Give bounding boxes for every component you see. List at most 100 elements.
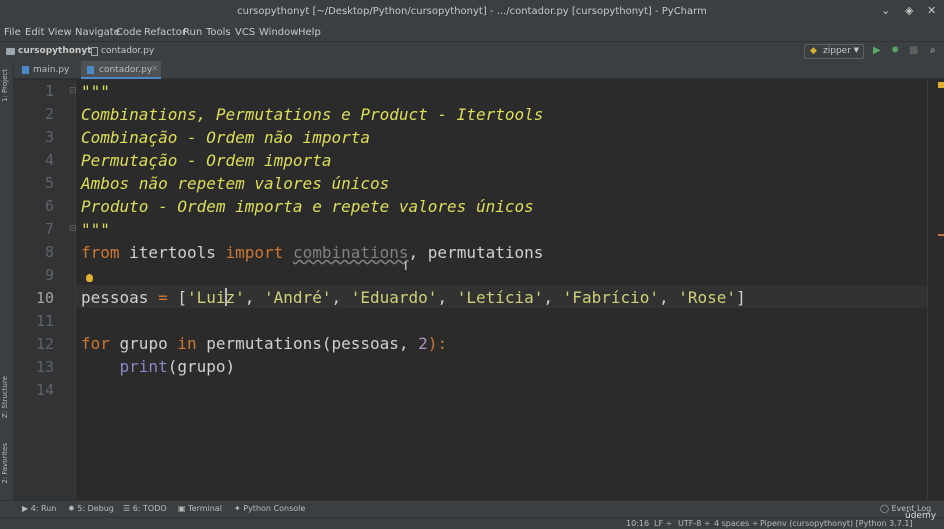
fold-icon[interactable]: ⊟ bbox=[69, 224, 77, 234]
run-icon[interactable]: ▶ bbox=[873, 45, 881, 56]
status-bar: 10:16 LF ÷ UTF-8 ÷ 4 spaces ÷ Pipenv (cu… bbox=[0, 517, 944, 529]
keyword: from bbox=[81, 243, 120, 262]
favorites-tool-tab[interactable]: 2: Favorites bbox=[1, 443, 9, 484]
line-number-gutter: 1 2 3 4 5 6 7 8 9 10 11 12 13 14 ⊟ ⊟ bbox=[14, 80, 77, 500]
menu-refactor[interactable]: Refactor bbox=[144, 27, 186, 38]
todo-tool-button[interactable]: ☰ 6: TODO bbox=[123, 504, 167, 513]
close-icon[interactable]: × bbox=[151, 64, 159, 74]
menu-view[interactable]: View bbox=[48, 27, 72, 38]
indent-setting[interactable]: 4 spaces ÷ bbox=[714, 519, 759, 528]
close-icon[interactable]: ✕ bbox=[927, 4, 936, 17]
line-number: 8 bbox=[44, 243, 54, 261]
structure-tool-tab[interactable]: Z: Structure bbox=[1, 376, 9, 418]
menu-help[interactable]: Help bbox=[298, 27, 321, 38]
menu-run[interactable]: Run bbox=[183, 27, 202, 38]
line-number: 14 bbox=[35, 381, 54, 399]
terminal-tool-button[interactable]: ▣ Terminal bbox=[178, 504, 222, 513]
identifier: pessoas bbox=[81, 288, 159, 307]
title-bar: cursopythonyt [~/Desktop/Python/cursopyt… bbox=[0, 0, 944, 24]
tool-window-bar: ▶ 4: Run ✹ 5: Debug ☰ 6: TODO ▣ Terminal… bbox=[0, 500, 944, 517]
string-literal: 'Lui bbox=[186, 288, 226, 307]
string-literal: 'Rose' bbox=[678, 288, 737, 307]
code-line-12[interactable]: for grupo in permutations(pessoas, 2): bbox=[81, 333, 447, 355]
code-line-8[interactable]: from itertools import combinations, perm… bbox=[81, 242, 543, 264]
comma: , bbox=[437, 288, 457, 307]
run-tool-button[interactable]: ▶ 4: Run bbox=[22, 504, 56, 513]
keyword: import bbox=[225, 243, 284, 262]
line-number: 6 bbox=[44, 197, 54, 215]
file-encoding[interactable]: UTF-8 ÷ bbox=[678, 519, 711, 528]
udemy-watermark: ûdemy bbox=[905, 511, 937, 521]
menu-bar: File Edit View Navigate Code Refactor Ru… bbox=[0, 24, 944, 41]
navigation-bar: cursopythonyt contador.py ◆ zipper ▼ ▶ ✹… bbox=[0, 41, 944, 61]
menu-vcs[interactable]: VCS bbox=[235, 27, 255, 38]
terminal-icon: ▣ bbox=[178, 504, 189, 513]
code-line-3[interactable]: Combinação - Ordem não importa bbox=[81, 127, 370, 149]
warning-marker-icon[interactable] bbox=[938, 82, 944, 88]
code-line-7[interactable]: """ bbox=[81, 219, 110, 241]
code-line-13[interactable]: print(grupo) bbox=[81, 356, 236, 378]
tab-contador-py[interactable]: contador.py × bbox=[81, 61, 161, 79]
bracket: [ bbox=[177, 288, 187, 307]
project-tool-tab[interactable]: 1: Project bbox=[1, 69, 9, 102]
string-literal: 'Letícia' bbox=[456, 288, 544, 307]
line-number: 5 bbox=[44, 174, 54, 192]
menu-edit[interactable]: Edit bbox=[25, 27, 44, 38]
bracket: ] bbox=[736, 288, 746, 307]
breadcrumb-project[interactable]: cursopythonyt bbox=[18, 46, 92, 56]
comma: , bbox=[543, 288, 563, 307]
menu-file[interactable]: File bbox=[4, 27, 21, 38]
line-number: 12 bbox=[35, 335, 54, 353]
punctuation: ): bbox=[427, 334, 448, 353]
tab-main-py[interactable]: main.py bbox=[16, 61, 80, 79]
identifier: permutations(pessoas, bbox=[196, 334, 419, 353]
restore-icon[interactable]: ◈ bbox=[905, 4, 913, 17]
python-file-icon bbox=[22, 66, 29, 74]
string-literal: 'Fabrício' bbox=[562, 288, 659, 307]
file-icon bbox=[91, 47, 98, 56]
menu-navigate[interactable]: Navigate bbox=[75, 27, 120, 38]
code-line-5[interactable]: Ambos não repetem valores únicos bbox=[81, 173, 389, 195]
identifier: , permutations bbox=[408, 243, 544, 262]
caret-position[interactable]: 10:16 bbox=[626, 519, 649, 528]
code-line-10[interactable]: pessoas = ['Luiz', 'André', 'Eduardo', '… bbox=[81, 287, 746, 309]
stop-icon[interactable]: ■ bbox=[909, 45, 918, 56]
keyword: in bbox=[177, 334, 197, 353]
line-number: 1 bbox=[44, 82, 54, 100]
code-line-1[interactable]: """ bbox=[81, 81, 110, 103]
debug-icon[interactable]: ✹ bbox=[891, 45, 899, 56]
unused-import: combinations bbox=[292, 243, 409, 262]
line-number: 2 bbox=[44, 105, 54, 123]
event-log-icon: ◯ bbox=[880, 504, 892, 513]
run-icon: ▶ bbox=[22, 504, 31, 513]
folder-icon bbox=[6, 48, 15, 55]
line-number: 7 bbox=[44, 220, 54, 238]
tab-label: main.py bbox=[33, 65, 70, 75]
menu-code[interactable]: Code bbox=[116, 27, 142, 38]
python-console-tool-button[interactable]: ✦ Python Console bbox=[234, 504, 305, 513]
menu-tools[interactable]: Tools bbox=[206, 27, 231, 38]
python-config-icon: ◆ bbox=[810, 46, 817, 56]
builtin-function: print bbox=[119, 357, 168, 376]
menu-window[interactable]: Window bbox=[259, 27, 298, 38]
debug-tool-button[interactable]: ✹ 5: Debug bbox=[68, 504, 114, 513]
python-interpreter[interactable]: Pipenv (cursopythonyt) [Python 3.7.1] bbox=[760, 519, 913, 528]
line-number-current: 10 bbox=[35, 289, 54, 307]
code-line-4[interactable]: Permutação - Ordem importa bbox=[81, 150, 331, 172]
identifier: (grupo) bbox=[167, 357, 236, 376]
editor-scrollbar[interactable] bbox=[927, 80, 944, 500]
identifier: itertools bbox=[119, 243, 226, 262]
line-separator[interactable]: LF ÷ bbox=[654, 519, 672, 528]
chevron-down-icon: ▼ bbox=[853, 46, 859, 54]
search-icon[interactable]: ⌕ bbox=[930, 45, 936, 56]
fold-icon[interactable]: ⊟ bbox=[69, 86, 77, 96]
error-stripe-marker[interactable] bbox=[938, 234, 944, 236]
code-line-2[interactable]: Combinations, Permutations e Product - I… bbox=[81, 104, 543, 126]
comma: , bbox=[331, 288, 351, 307]
code-line-6[interactable]: Produto - Ordem importa e repete valores… bbox=[81, 196, 534, 218]
lightbulb-icon[interactable] bbox=[86, 274, 93, 282]
string-literal: 'Eduardo' bbox=[350, 288, 438, 307]
run-config-selector[interactable]: ◆ zipper ▼ bbox=[804, 44, 864, 59]
breadcrumb-file[interactable]: contador.py bbox=[101, 46, 154, 56]
chevron-down-icon[interactable]: ⌄ bbox=[881, 4, 890, 17]
